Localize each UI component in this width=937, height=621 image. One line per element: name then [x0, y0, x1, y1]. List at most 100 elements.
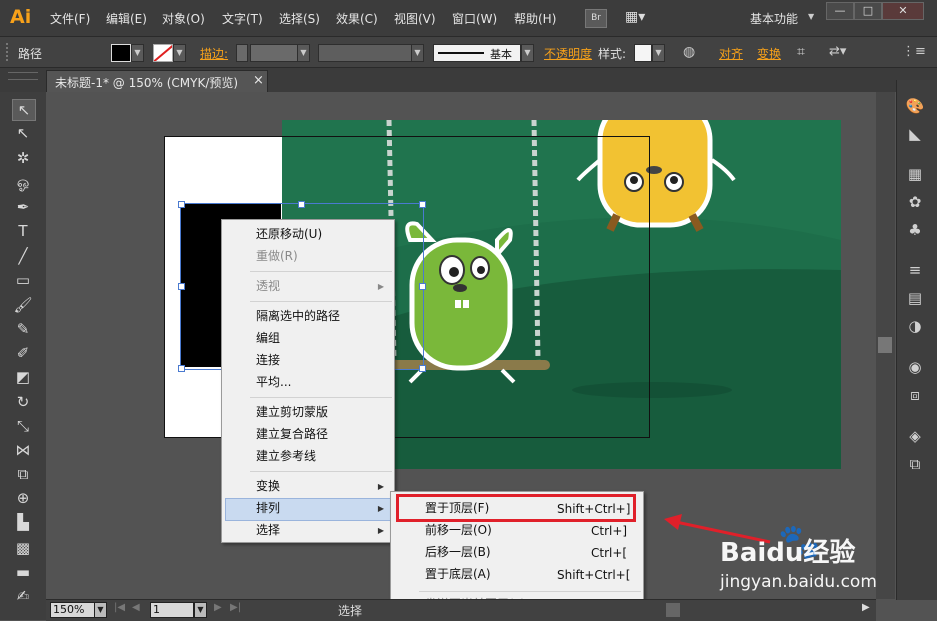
- graphic-style-swatch[interactable]: [634, 44, 652, 62]
- menu-item-bring-forward[interactable]: 前移一层(O): [425, 519, 492, 541]
- select-similar-icon[interactable]: ⇄▾: [829, 43, 855, 61]
- horizontal-scroll-thumb[interactable]: [666, 603, 680, 617]
- free-transform-tool-icon[interactable]: ⧉: [12, 464, 34, 484]
- swatches-icon[interactable]: ▦: [904, 164, 926, 184]
- menu-item-arrange[interactable]: 排列: [256, 497, 280, 519]
- pen-tool-icon[interactable]: ✒: [12, 197, 34, 217]
- selection-handle[interactable]: [298, 201, 305, 208]
- eraser-tool-icon[interactable]: ◩: [12, 367, 34, 387]
- first-page-icon[interactable]: |◀: [114, 602, 125, 613]
- selection-handle[interactable]: [178, 201, 185, 208]
- menu-item-select[interactable]: 选择: [256, 519, 280, 541]
- align-label[interactable]: 对齐: [719, 45, 743, 62]
- panel-menu-icon[interactable]: ⋮≡: [902, 43, 926, 61]
- stroke-weight-dropdown[interactable]: ▼: [297, 44, 310, 62]
- selection-handle[interactable]: [419, 283, 426, 290]
- document-tab-close[interactable]: ×: [253, 73, 264, 88]
- menu-item-transform[interactable]: 变换: [256, 475, 280, 497]
- gradient-tool-icon[interactable]: ▬: [12, 562, 34, 582]
- rotate-tool-icon[interactable]: ↻: [12, 392, 34, 412]
- stroke-weight-input[interactable]: [250, 44, 298, 62]
- brush-definition[interactable]: 基本: [433, 44, 521, 62]
- minimize-button[interactable]: —: [826, 2, 854, 20]
- artboard-dropdown[interactable]: ▼: [194, 602, 207, 618]
- artboards-icon[interactable]: ⧉: [904, 454, 926, 474]
- brush-dropdown[interactable]: ▼: [521, 44, 534, 62]
- transform-label[interactable]: 变换: [757, 45, 781, 62]
- selection-handle[interactable]: [419, 365, 426, 372]
- stroke-dropdown[interactable]: ▼: [173, 44, 186, 62]
- close-window-button[interactable]: ✕: [882, 2, 924, 20]
- menu-item-join[interactable]: 连接: [256, 349, 280, 371]
- menu-item-clipping-mask[interactable]: 建立剪切蒙版: [256, 401, 328, 423]
- menu-item-isolate-path[interactable]: 隔离选中的路径: [256, 305, 340, 327]
- isolate-icon[interactable]: ⌗: [797, 43, 815, 61]
- type-tool-icon[interactable]: T: [12, 221, 34, 241]
- selection-tool-icon[interactable]: ↖: [12, 99, 36, 121]
- layers-icon[interactable]: ◈: [904, 426, 926, 446]
- variable-width-dropdown[interactable]: ▼: [411, 44, 424, 62]
- graphic-styles-icon[interactable]: ⧈: [904, 385, 926, 405]
- graphic-style-dropdown[interactable]: ▼: [652, 44, 665, 62]
- bridge-button[interactable]: Br: [585, 9, 607, 28]
- selection-handle[interactable]: [419, 201, 426, 208]
- brushes-icon[interactable]: ✿: [904, 192, 926, 212]
- variable-width-profile[interactable]: [318, 44, 412, 62]
- stroke-swatch[interactable]: [153, 44, 173, 62]
- paintbrush-tool-icon[interactable]: 🖌: [12, 295, 34, 315]
- menu-window[interactable]: 窗口(W): [452, 10, 497, 27]
- appearance-icon[interactable]: ◉: [904, 357, 926, 377]
- gradient-panel-icon[interactable]: ▤: [904, 288, 926, 308]
- artboard-number-input[interactable]: 1: [150, 602, 194, 618]
- scroll-right-icon[interactable]: ▶: [862, 602, 870, 613]
- menu-object[interactable]: 对象(O): [162, 10, 205, 27]
- menu-type[interactable]: 文字(T): [222, 10, 263, 27]
- eyedropper-tool-icon[interactable]: ✍: [12, 586, 34, 606]
- arrange-documents-icon[interactable]: ▦▾: [625, 9, 653, 26]
- maximize-button[interactable]: □: [854, 2, 882, 20]
- vertical-scrollbar[interactable]: [876, 92, 895, 599]
- menu-item-send-to-back[interactable]: 置于底层(A): [425, 563, 491, 585]
- next-page-icon[interactable]: ▶: [214, 602, 222, 613]
- document-tab[interactable]: 未标题-1* @ 150% (CMYK/预览) ×: [46, 70, 268, 93]
- menu-item-bring-to-front[interactable]: 置于顶层(F): [425, 497, 489, 519]
- shape-builder-tool-icon[interactable]: ⊕: [12, 488, 34, 508]
- stroke-label[interactable]: 描边:: [200, 45, 228, 62]
- recolor-artwork-icon[interactable]: ◍: [683, 43, 701, 61]
- menu-view[interactable]: 视图(V): [394, 10, 436, 27]
- rectangle-tool-icon[interactable]: ▭: [12, 270, 34, 290]
- stroke-panel-icon[interactable]: ≡: [904, 260, 926, 280]
- opacity-label[interactable]: 不透明度: [544, 45, 592, 62]
- magic-wand-tool-icon[interactable]: ✲: [12, 148, 34, 168]
- menu-select[interactable]: 选择(S): [279, 10, 320, 27]
- menu-effect[interactable]: 效果(C): [336, 10, 378, 27]
- selection-handle[interactable]: [178, 365, 185, 372]
- vertical-scroll-thumb[interactable]: [878, 337, 892, 353]
- menu-edit[interactable]: 编辑(E): [106, 10, 147, 27]
- color-guide-icon[interactable]: ◣: [904, 124, 926, 144]
- stroke-weight-stepper[interactable]: [236, 44, 248, 62]
- last-page-icon[interactable]: ▶|: [230, 602, 241, 613]
- menu-item-make-guides[interactable]: 建立参考线: [256, 445, 316, 467]
- prev-page-icon[interactable]: ◀: [132, 602, 140, 613]
- menu-help[interactable]: 帮助(H): [514, 10, 556, 27]
- width-tool-icon[interactable]: ⋈: [12, 440, 34, 460]
- menu-file[interactable]: 文件(F): [50, 10, 90, 27]
- menu-item-average[interactable]: 平均...: [256, 371, 291, 393]
- blob-brush-tool-icon[interactable]: ✐: [12, 343, 34, 363]
- graph-tool-icon[interactable]: ▙: [12, 512, 34, 532]
- direct-selection-tool-icon[interactable]: ↖: [12, 123, 34, 143]
- fill-dropdown[interactable]: ▼: [131, 44, 144, 62]
- transparency-icon[interactable]: ◑: [904, 316, 926, 336]
- zoom-input[interactable]: 150%: [50, 602, 96, 618]
- chevron-down-icon[interactable]: ▼: [808, 12, 814, 21]
- scale-tool-icon[interactable]: ⤡: [12, 416, 34, 436]
- lasso-tool-icon[interactable]: ஓ: [12, 172, 34, 192]
- pencil-tool-icon[interactable]: ✎: [12, 319, 34, 339]
- menu-item-send-backward[interactable]: 后移一层(B): [425, 541, 491, 563]
- tools-panel-grip[interactable]: [8, 72, 38, 80]
- mesh-tool-icon[interactable]: ▩: [12, 538, 34, 558]
- line-tool-icon[interactable]: ╱: [12, 246, 34, 266]
- workspace-switcher[interactable]: 基本功能: [750, 10, 798, 27]
- zoom-dropdown[interactable]: ▼: [94, 602, 107, 618]
